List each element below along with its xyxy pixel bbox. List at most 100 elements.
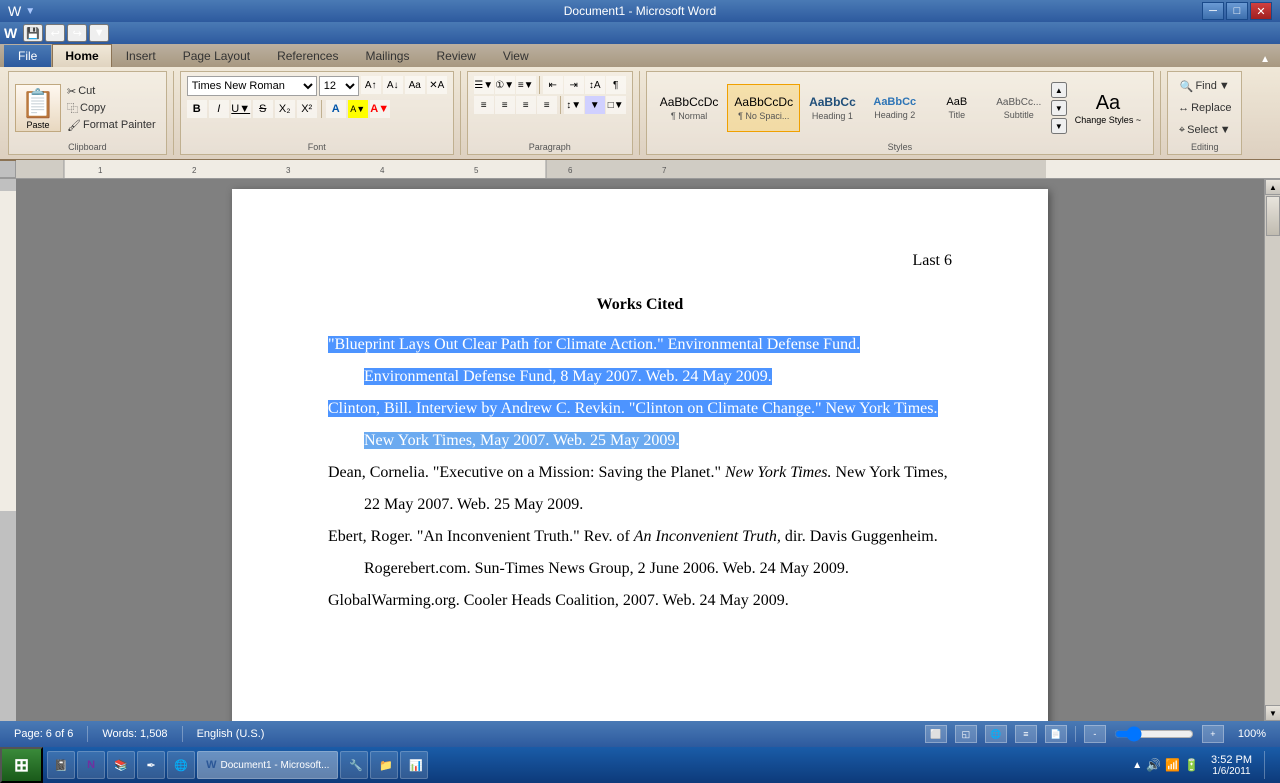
styles-scroll-up[interactable]: ▲ xyxy=(1051,82,1067,98)
tab-view[interactable]: View xyxy=(490,44,542,67)
tray-up-arrow[interactable]: ▲ xyxy=(1132,760,1142,771)
select-button[interactable]: ⌖ Select▼ xyxy=(1175,120,1235,140)
web-layout-button[interactable]: 🌐 xyxy=(985,725,1007,743)
customize-qa-button[interactable]: ▼ xyxy=(89,24,109,42)
strikethrough-button[interactable]: S xyxy=(253,100,273,118)
bullets-button[interactable]: ☰▼ xyxy=(474,76,494,94)
font-color-button[interactable]: A▼ xyxy=(370,100,390,118)
replace-button[interactable]: ↔ Replace xyxy=(1174,98,1235,118)
align-left-button[interactable]: ≡ xyxy=(474,96,494,114)
show-marks-button[interactable]: ¶ xyxy=(606,76,626,94)
cut-button[interactable]: ✂ Cut xyxy=(63,83,160,99)
styles-expand[interactable]: ▼ xyxy=(1051,118,1067,134)
tab-page-layout[interactable]: Page Layout xyxy=(170,44,263,67)
save-qa-button[interactable]: 💾 xyxy=(23,24,43,42)
justify-button[interactable]: ≡ xyxy=(537,96,557,114)
tab-mailings[interactable]: Mailings xyxy=(352,44,422,67)
highlight-button[interactable]: A▼ xyxy=(348,100,368,118)
taskbar-icon-notepad[interactable]: 📓 xyxy=(47,751,75,779)
decrease-indent-button[interactable]: ⇤ xyxy=(543,76,563,94)
paste-button[interactable]: 📋 Paste xyxy=(15,84,61,132)
change-case-button[interactable]: Aa xyxy=(405,76,425,94)
font-name-row: Times New Roman 12 A↑ A↓ Aa ✕A xyxy=(187,76,447,96)
underline-button[interactable]: U▼ xyxy=(231,100,251,118)
taskbar-icon-folder[interactable]: 📁 xyxy=(370,751,398,779)
scroll-track[interactable] xyxy=(1265,195,1280,705)
svg-text:4: 4 xyxy=(380,166,385,175)
style-title[interactable]: AaB Title xyxy=(927,84,987,132)
vertical-scrollbar[interactable]: ▲ ▼ xyxy=(1264,179,1280,721)
show-desktop-button[interactable] xyxy=(1264,751,1272,779)
border-button[interactable]: □▼ xyxy=(606,96,626,114)
citation-1-text: "Blueprint Lays Out Clear Path for Clima… xyxy=(328,336,860,385)
document-page-area[interactable]: Last 6 Works Cited "Blueprint Lays Out C… xyxy=(16,179,1264,721)
feather-icon: ✒ xyxy=(146,759,155,772)
clear-format-button[interactable]: ✕A xyxy=(427,76,447,94)
style-heading-1[interactable]: AaBbCc Heading 1 xyxy=(802,84,863,132)
style-subtitle[interactable]: AaBbCc... Subtitle xyxy=(989,84,1049,132)
taskbar-icon-feather[interactable]: ✒ xyxy=(137,751,165,779)
scroll-down-button[interactable]: ▼ xyxy=(1265,705,1280,721)
zoom-slider[interactable] xyxy=(1114,728,1194,740)
font-name-select[interactable]: Times New Roman xyxy=(187,76,317,96)
sort-button[interactable]: ↕A xyxy=(585,76,605,94)
find-label: Find xyxy=(1195,80,1216,92)
draft-view-button[interactable]: 📄 xyxy=(1045,725,1067,743)
align-center-button[interactable]: ≡ xyxy=(495,96,515,114)
ribbon-collapse-button[interactable]: ▲ xyxy=(1254,52,1276,67)
find-button[interactable]: 🔍 Find▼ xyxy=(1176,76,1234,96)
tab-home[interactable]: Home xyxy=(52,44,111,67)
increase-indent-button[interactable]: ⇥ xyxy=(564,76,584,94)
print-layout-button[interactable]: ⬜ xyxy=(925,725,947,743)
start-button[interactable]: ⊞ xyxy=(0,747,43,783)
tab-review[interactable]: Review xyxy=(423,44,488,67)
numbering-button[interactable]: ①▼ xyxy=(495,76,515,94)
redo-qa-button[interactable]: ↪ xyxy=(67,24,87,42)
shrink-font-button[interactable]: A↓ xyxy=(383,76,403,94)
format-painter-button[interactable]: 🖌 Format Painter xyxy=(63,117,160,133)
copy-button[interactable]: ⿻ Copy xyxy=(63,100,160,116)
taskbar-clock[interactable]: 3:52 PM 1/6/2011 xyxy=(1203,754,1260,777)
align-right-button[interactable]: ≡ xyxy=(516,96,536,114)
taskbar-icon-chart[interactable]: 📊 xyxy=(400,751,428,779)
taskbar-icon-tools[interactable]: 🔧 xyxy=(340,751,368,779)
subscript-button[interactable]: X₂ xyxy=(275,100,295,118)
scroll-thumb[interactable] xyxy=(1266,196,1280,236)
superscript-button[interactable]: X² xyxy=(297,100,317,118)
font-size-select[interactable]: 12 xyxy=(319,76,359,96)
grow-font-button[interactable]: A↑ xyxy=(361,76,381,94)
clipboard-secondary: ✂ Cut ⿻ Copy 🖌 Format Painter xyxy=(63,83,160,133)
bold-button[interactable]: B xyxy=(187,100,207,118)
tab-insert[interactable]: Insert xyxy=(113,44,169,67)
change-styles-button[interactable]: Aa Change Styles ~ xyxy=(1069,82,1147,134)
zoom-out-button[interactable]: - xyxy=(1084,725,1106,743)
line-spacing-button[interactable]: ↕▼ xyxy=(564,96,584,114)
styles-scroll-down[interactable]: ▼ xyxy=(1051,100,1067,116)
full-screen-button[interactable]: ◱ xyxy=(955,725,977,743)
multilevel-button[interactable]: ≡▼ xyxy=(516,76,536,94)
tab-file[interactable]: File xyxy=(4,45,51,67)
minimize-button[interactable]: ─ xyxy=(1202,2,1224,20)
taskbar-icon-word-doc[interactable]: W Document1 - Microsoft... xyxy=(197,751,338,779)
undo-qa-button[interactable]: ↩ xyxy=(45,24,65,42)
paste-label: Paste xyxy=(26,120,49,130)
taskbar-icon-globe[interactable]: 🌐 xyxy=(167,751,195,779)
tab-references[interactable]: References xyxy=(264,44,351,67)
taskbar-icon-book[interactable]: 📚 xyxy=(107,751,135,779)
italic-button[interactable]: I xyxy=(209,100,229,118)
taskbar-word-label: Document1 - Microsoft... xyxy=(220,760,329,771)
close-button[interactable]: ✕ xyxy=(1250,2,1272,20)
outline-view-button[interactable]: ≡ xyxy=(1015,725,1037,743)
shading-button[interactable]: ▼ xyxy=(585,96,605,114)
text-effect-button[interactable]: A xyxy=(326,100,346,118)
document-scroll[interactable]: Last 6 Works Cited "Blueprint Lays Out C… xyxy=(16,179,1280,721)
window-controls[interactable]: ─ □ ✕ xyxy=(1202,2,1272,20)
scroll-up-button[interactable]: ▲ xyxy=(1265,179,1280,195)
style-heading-2[interactable]: AaBbCc Heading 2 xyxy=(865,84,925,132)
replace-label: Replace xyxy=(1191,102,1231,114)
taskbar-icon-n[interactable]: N xyxy=(77,751,105,779)
style-normal[interactable]: AaBbCcDc ¶ Normal xyxy=(653,84,726,132)
style-no-spacing[interactable]: AaBbCcDc ¶ No Spaci... xyxy=(727,84,800,132)
restore-button[interactable]: □ xyxy=(1226,2,1248,20)
zoom-in-button[interactable]: + xyxy=(1202,725,1224,743)
